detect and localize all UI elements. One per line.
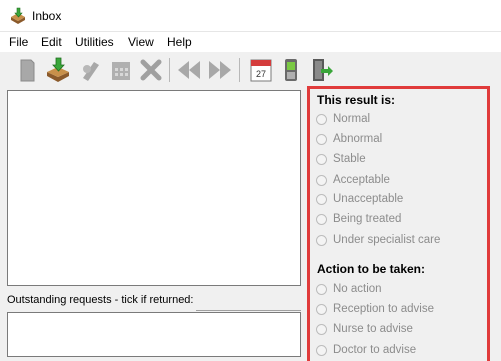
- attach-icon[interactable]: [76, 56, 104, 84]
- window-title: Inbox: [32, 9, 62, 23]
- menu-utilities[interactable]: Utilities: [75, 35, 114, 49]
- radio-label: Acceptable: [333, 174, 390, 186]
- menu-edit[interactable]: Edit: [41, 35, 62, 49]
- menu-help[interactable]: Help: [167, 35, 192, 49]
- radio-circle: [316, 235, 327, 246]
- outstanding-requests-list[interactable]: [7, 312, 301, 357]
- radio-circle: [316, 134, 327, 145]
- inbox-download-icon[interactable]: [44, 56, 72, 84]
- toolbar-separator: [239, 58, 240, 82]
- radio-circle: [316, 345, 327, 356]
- radio-label: Stable: [333, 153, 366, 165]
- next-icon[interactable]: [206, 56, 234, 84]
- calendar-day: 27: [256, 69, 266, 79]
- divider: [196, 310, 301, 311]
- previous-icon[interactable]: [175, 56, 203, 84]
- exit-door-icon[interactable]: [307, 56, 335, 84]
- result-heading: This result is:: [317, 93, 396, 107]
- radio-circle: [316, 154, 327, 165]
- menu-view[interactable]: View: [128, 35, 154, 49]
- radio-label: Doctor to advise: [333, 344, 417, 356]
- delete-icon[interactable]: [137, 56, 165, 84]
- mobile-phone-icon[interactable]: [277, 56, 305, 84]
- radio-label: Abnormal: [333, 133, 383, 145]
- title-bar: Inbox: [0, 0, 501, 32]
- outstanding-requests-label: Outstanding requests - tick if returned:: [7, 294, 194, 306]
- menu-bar: File Edit Utilities View Help: [0, 32, 501, 52]
- radio-circle: [316, 284, 327, 295]
- calendar-icon[interactable]: 27: [247, 56, 275, 84]
- radio-circle: [316, 194, 327, 205]
- menu-file[interactable]: File: [9, 35, 28, 49]
- radio-circle: [316, 114, 327, 125]
- radio-circle: [316, 324, 327, 335]
- inbox-app-icon: [9, 7, 27, 25]
- radio-circle: [316, 214, 327, 225]
- radio-circle: [316, 304, 327, 315]
- radio-label: Nurse to advise: [333, 323, 413, 335]
- radio-label: Normal: [333, 113, 371, 125]
- radio-label: Unacceptable: [333, 193, 404, 205]
- radio-label: No action: [333, 283, 382, 295]
- calculator-icon[interactable]: [107, 56, 135, 84]
- toolbar: 27: [0, 52, 501, 88]
- radio-label: Being treated: [333, 213, 402, 225]
- toolbar-separator: [169, 58, 170, 82]
- radio-label: Under specialist care: [333, 234, 441, 246]
- action-heading: Action to be taken:: [317, 262, 426, 276]
- results-list[interactable]: [7, 90, 301, 286]
- radio-circle: [316, 175, 327, 186]
- radio-label: Reception to advise: [333, 303, 435, 315]
- document-icon[interactable]: [13, 56, 41, 84]
